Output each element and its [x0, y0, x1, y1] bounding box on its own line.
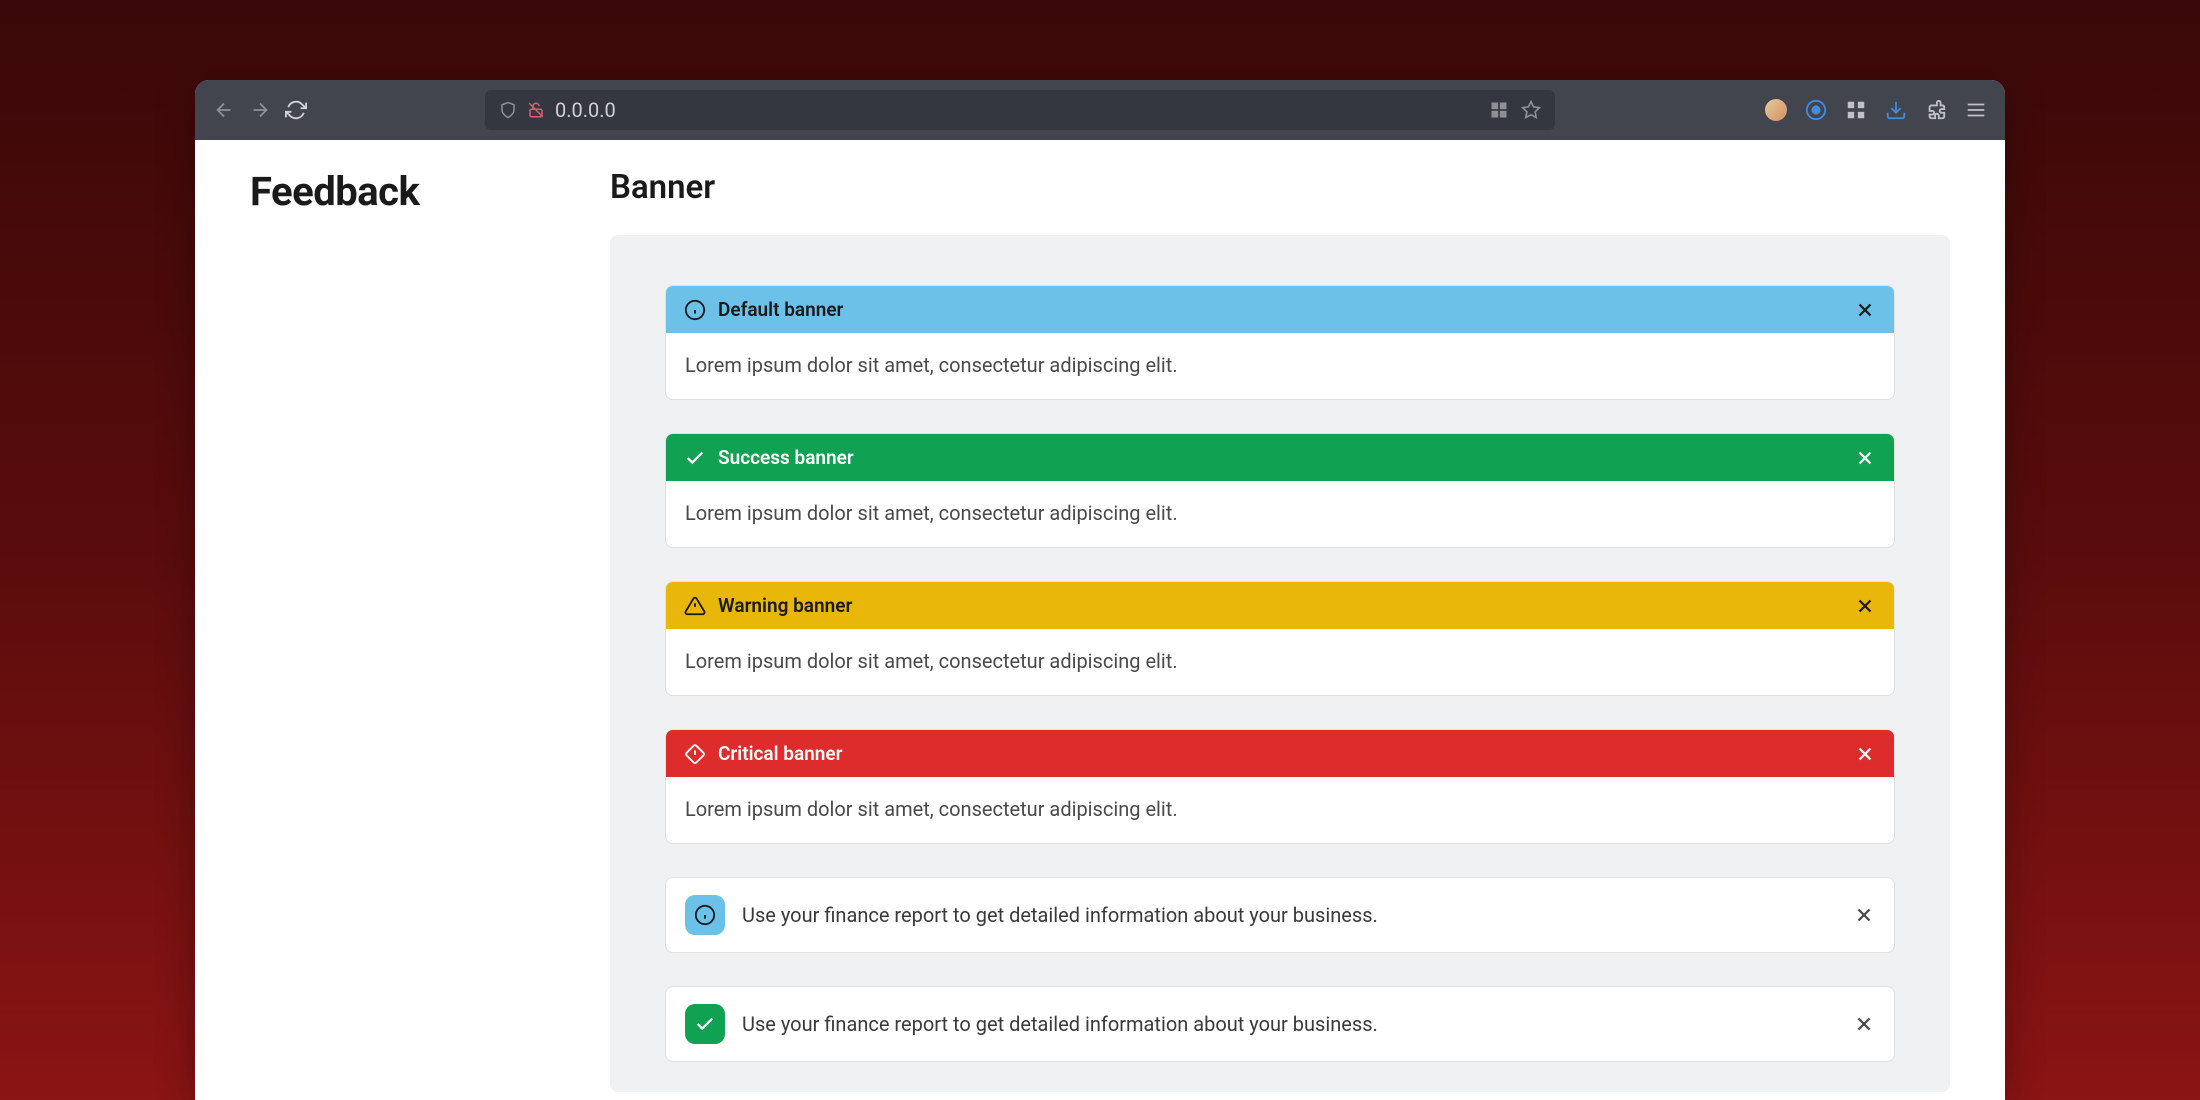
close-icon [1854, 447, 1876, 469]
apps-grid-icon[interactable] [1845, 99, 1867, 121]
success-badge-icon [685, 1004, 725, 1044]
inline-close-button[interactable] [1853, 1013, 1875, 1035]
banner-close-button[interactable] [1854, 743, 1876, 765]
reload-icon [285, 99, 307, 121]
banner-body: Lorem ipsum dolor sit amet, consectetur … [666, 333, 1894, 399]
shield-icon [499, 101, 517, 119]
banner-warning: Warning banner Lorem ipsum dolor sit ame… [665, 581, 1895, 696]
extensions-icon[interactable] [1925, 99, 1947, 121]
banner-close-button[interactable] [1854, 299, 1876, 321]
demo-panel: Default banner Lorem ipsum dolor sit ame… [610, 235, 1950, 1092]
banner-header: Success banner [666, 434, 1894, 481]
info-badge-icon [685, 895, 725, 935]
sidebar-title: Feedback [250, 168, 610, 215]
alert-diamond-icon [684, 743, 706, 765]
browser-window: 0.0.0.0 [195, 80, 2005, 1100]
back-button[interactable] [213, 99, 235, 121]
banner-title: Warning banner [718, 594, 1842, 617]
inline-banner-success: Use your finance report to get detailed … [665, 986, 1895, 1062]
banner-critical: Critical banner Lorem ipsum dolor sit am… [665, 729, 1895, 844]
close-icon [1853, 904, 1875, 926]
forward-button[interactable] [249, 99, 271, 121]
reload-button[interactable] [285, 99, 307, 121]
banner-success: Success banner Lorem ipsum dolor sit ame… [665, 433, 1895, 548]
banner-title: Default banner [718, 298, 1842, 321]
address-bar-actions [1489, 100, 1541, 120]
container-icon[interactable] [1805, 99, 1827, 121]
close-icon [1853, 1013, 1875, 1035]
check-icon [684, 447, 706, 469]
profile-avatar-icon[interactable] [1765, 99, 1787, 121]
inline-banner-info: Use your finance report to get detailed … [665, 877, 1895, 953]
arrow-left-icon [213, 99, 235, 121]
sidebar: Feedback [195, 140, 610, 1100]
warning-triangle-icon [684, 595, 706, 617]
banner-header: Default banner [666, 286, 1894, 333]
banner-header: Warning banner [666, 582, 1894, 629]
browser-toolbar: 0.0.0.0 [195, 80, 2005, 140]
main-content: Banner Default banner Lorem ipsum dolor … [610, 140, 2005, 1100]
banner-close-button[interactable] [1854, 447, 1876, 469]
downloads-icon[interactable] [1885, 99, 1907, 121]
arrow-right-icon [249, 99, 271, 121]
close-icon [1854, 299, 1876, 321]
inline-banner-text: Use your finance report to get detailed … [742, 1012, 1836, 1036]
banner-close-button[interactable] [1854, 595, 1876, 617]
banner-body: Lorem ipsum dolor sit amet, consectetur … [666, 629, 1894, 695]
page-content: Feedback Banner Default banner [195, 140, 2005, 1100]
banner-title: Critical banner [718, 742, 1842, 765]
close-icon [1854, 743, 1876, 765]
toolbar-right [1765, 99, 1987, 121]
inline-close-button[interactable] [1853, 904, 1875, 926]
inline-banner-text: Use your finance report to get detailed … [742, 903, 1836, 927]
banner-body: Lorem ipsum dolor sit amet, consectetur … [666, 481, 1894, 547]
url-text: 0.0.0.0 [555, 98, 1479, 122]
banner-title: Success banner [718, 446, 1842, 469]
banner-header: Critical banner [666, 730, 1894, 777]
banner-default: Default banner Lorem ipsum dolor sit ame… [665, 285, 1895, 400]
bookmark-star-icon[interactable] [1521, 100, 1541, 120]
banner-body: Lorem ipsum dolor sit amet, consectetur … [666, 777, 1894, 843]
address-bar[interactable]: 0.0.0.0 [485, 90, 1555, 130]
info-icon [684, 299, 706, 321]
close-icon [1854, 595, 1876, 617]
menu-icon[interactable] [1965, 99, 1987, 121]
nav-button-group [213, 99, 307, 121]
page-title: Banner [610, 168, 1950, 207]
grid-icon[interactable] [1489, 100, 1509, 120]
lock-insecure-icon [527, 101, 545, 119]
